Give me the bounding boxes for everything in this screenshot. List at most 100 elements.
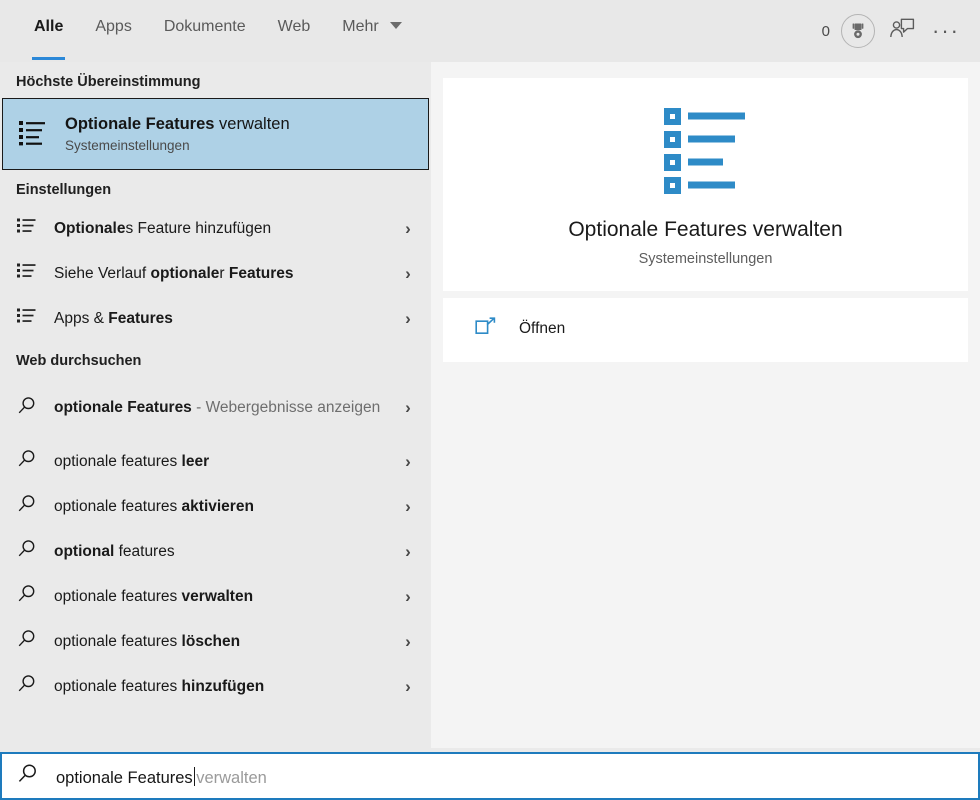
chevron-right-icon[interactable]: › [399,497,417,517]
match-bold: hinzufügen [181,677,265,695]
match-rest: r [219,264,229,282]
windows-search-panel: Alle Apps Dokumente Web Mehr 0 ··· Höchs… [0,0,980,800]
tab-list: Alle Apps Dokumente Web Mehr [0,0,418,62]
preview-card: Optionale Features verwalten Systemeinst… [443,78,968,291]
web-result-2[interactable]: optionale features aktivieren › [0,484,431,529]
web-result-4[interactable]: optionale features verwalten › [0,574,431,619]
search-icon [16,762,40,791]
tab-label: Alle [34,18,64,35]
web-search-heading: Web durchsuchen [16,353,142,369]
search-typed-text: optionale Features [56,769,193,787]
web-result-label: optionale features hinzufügen [54,677,399,696]
search-suggestion-text: verwalten [196,769,267,787]
search-icon [16,395,38,422]
match-pre: optionale features [54,587,182,605]
more-options-button[interactable]: ··· [926,11,966,51]
tab-mehr[interactable]: Mehr [326,0,418,62]
best-match-heading: Höchste Übereinstimmung [16,74,201,90]
settings-heading: Einstellungen [16,182,112,198]
match-pre: optionale features [54,677,182,695]
preview-actions: Öffnen [443,298,968,362]
tab-label: Dokumente [163,18,246,35]
web-result-label: optionale features aktivieren [54,497,399,516]
open-action-label: Öffnen [519,320,566,337]
preview-title: Optionale Features verwalten [568,218,843,241]
list-settings-icon-large [443,104,968,196]
tab-label: Web [277,18,311,35]
match-bold: optionale [150,264,220,282]
chevron-right-icon[interactable]: › [399,542,417,562]
web-result-label: optionale Features - Webergebnisse anzei… [54,398,399,417]
web-result-0[interactable]: optionale Features - Webergebnisse anzei… [0,377,431,439]
web-result-1[interactable]: optionale features leer › [0,439,431,484]
chevron-right-icon[interactable]: › [399,264,417,284]
chevron-right-icon[interactable]: › [399,309,417,329]
match-rest: s Feature hinzufügen [125,219,272,237]
search-icon [16,538,38,565]
list-settings-icon [16,305,38,332]
settings-result-1[interactable]: Siehe Verlauf optionaler Features › [0,251,431,296]
feedback-button[interactable] [882,11,922,51]
settings-result-label: Apps & Features [54,309,399,328]
search-icon [16,448,38,475]
web-result-3[interactable]: optional features › [0,529,431,574]
open-action[interactable]: Öffnen [443,312,968,346]
match-bold: löschen [181,632,241,650]
list-settings-icon [16,215,38,242]
web-result-6[interactable]: optionale features hinzufügen › [0,664,431,709]
search-icon [16,628,38,655]
chevron-right-icon[interactable]: › [399,219,417,239]
web-result-label: optionale features verwalten [54,587,399,606]
match-bold: Features [108,309,173,327]
search-icon [16,673,38,700]
chevron-down-icon [390,22,403,29]
search-icon [16,493,38,520]
tab-label: Mehr [342,18,379,35]
preview-subtitle: Systemeinstellungen [638,251,773,267]
settings-result-label: Siehe Verlauf optionaler Features [54,264,399,283]
results-panel: Höchste Übereinstimmung Optionale Featur… [0,62,431,748]
ellipsis-icon: ··· [932,18,960,43]
match-muted: - Webergebnisse anzeigen [191,399,381,417]
match-pre: Siehe Verlauf [54,264,151,282]
match-bold: verwalten [181,587,254,605]
match-pre: optionale features [54,632,182,650]
chevron-right-icon[interactable]: › [399,677,417,697]
chevron-right-icon[interactable]: › [399,632,417,652]
match-pre: optionale features [54,452,182,470]
settings-result-0[interactable]: Optionales Feature hinzufügen › [0,206,431,251]
settings-result-2[interactable]: Apps & Features › [0,296,431,341]
text-cursor [193,767,196,786]
chevron-right-icon[interactable]: › [399,398,417,418]
tab-alle[interactable]: Alle [18,0,79,62]
tab-apps[interactable]: Apps [79,0,147,62]
match-bold: optionale Features [54,399,192,417]
tab-web[interactable]: Web [262,0,327,62]
preview-panel: Optionale Features verwalten Systemeinst… [431,62,980,748]
tab-dokumente[interactable]: Dokumente [148,0,262,62]
medal-icon [841,14,875,48]
rewards-count: 0 [821,22,830,40]
open-external-icon [475,316,497,342]
header-actions: 0 ··· [822,0,966,62]
best-match-subtitle: Systemeinstellungen [65,138,190,154]
rewards-button[interactable] [838,11,878,51]
match-bold: leer [181,452,210,470]
match-bold: aktivieren [181,497,254,515]
web-result-5[interactable]: optionale features löschen › [0,619,431,664]
web-result-label: optionale features löschen [54,632,399,651]
chevron-right-icon[interactable]: › [399,587,417,607]
search-icon [16,583,38,610]
best-match-text: Optionale Features verwalten Systemeinst… [65,115,290,154]
tab-bar: Alle Apps Dokumente Web Mehr 0 ··· [0,0,980,62]
web-result-label: optionale features leer [54,452,399,471]
list-settings-icon [16,260,38,287]
chevron-right-icon[interactable]: › [399,452,417,472]
search-bar[interactable]: optionale Features verwalten [0,752,980,800]
search-input[interactable]: optionale Features verwalten [56,764,267,788]
best-match-title-rest: verwalten [214,114,290,133]
best-match-title-bold: Optionale Features [65,114,215,133]
match-rest: features [114,542,175,560]
best-match-result[interactable]: Optionale Features verwalten Systemeinst… [2,98,429,170]
settings-result-label: Optionales Feature hinzufügen [54,219,399,238]
